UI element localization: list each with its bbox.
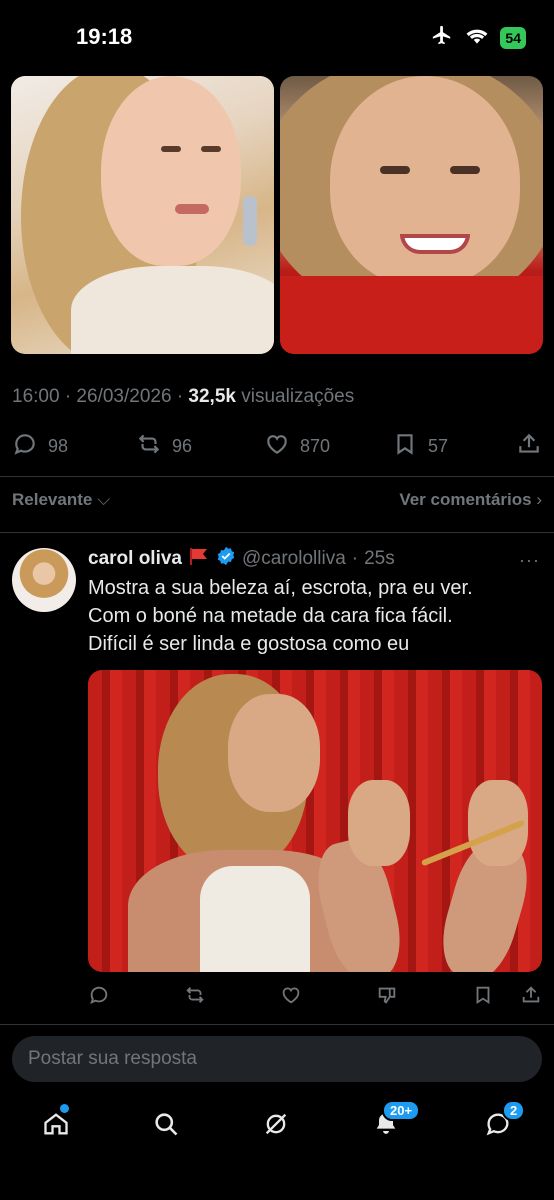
reply-input[interactable] [28, 1048, 542, 1070]
chevron-right-icon: › [536, 490, 542, 509]
reply-stat[interactable]: 98 [12, 431, 68, 462]
nav-notifications[interactable]: 20+ [366, 1100, 421, 1146]
repost-icon[interactable] [184, 984, 206, 1011]
reply-text-line: Mostra a sua beleza aí, escrota, pra eu … [88, 577, 473, 599]
grok-icon [262, 1110, 290, 1143]
heart-icon[interactable] [280, 984, 302, 1011]
post-image-right[interactable] [280, 76, 543, 354]
bookmark-icon [392, 431, 418, 462]
flag-icon [188, 547, 210, 571]
nav-messages[interactable]: 2 [478, 1100, 526, 1146]
views-label: visualizações [235, 386, 355, 407]
like-stat[interactable]: 870 [264, 431, 330, 462]
airplane-icon [430, 24, 454, 51]
battery-indicator: 54 [500, 26, 526, 49]
home-unread-dot [60, 1104, 69, 1113]
bookmark-count: 57 [428, 435, 449, 456]
reply-icon [12, 431, 38, 462]
view-comments-link[interactable]: Ver comentários › [399, 490, 542, 510]
divider [0, 476, 554, 477]
separator-dot: · [351, 548, 359, 569]
reply-composer[interactable] [12, 1036, 542, 1082]
nav-home[interactable] [36, 1104, 76, 1146]
share-icon[interactable] [520, 984, 542, 1011]
reply-text-line: Com o boné na metade da cara fica fácil. [88, 605, 453, 627]
repost-stat[interactable]: 96 [136, 431, 192, 462]
reply-text: Mostra a sua beleza aí, escrota, pra eu … [88, 574, 538, 658]
verified-icon [216, 546, 236, 572]
nav-grok[interactable] [256, 1106, 296, 1146]
repost-count: 96 [172, 435, 193, 456]
post-stats-row: 98 96 870 57 [12, 430, 542, 462]
reply-author-handle[interactable]: @carololliva [242, 548, 346, 570]
post-image-left[interactable] [11, 76, 274, 354]
status-icons: 54 [430, 24, 526, 51]
post-timestamp: 16:00 · 26/03/2026 · [12, 386, 189, 407]
avatar[interactable] [12, 548, 76, 612]
reply-count: 98 [48, 435, 69, 456]
more-options-icon[interactable]: ··· [519, 550, 540, 571]
views-count: 32,5k [188, 386, 236, 407]
share-icon [516, 431, 542, 462]
reply-time: 25s [364, 548, 395, 569]
home-icon [42, 1110, 70, 1143]
chevron-down-icon: ⌵ [97, 490, 110, 509]
reply-icon[interactable] [88, 984, 110, 1011]
search-icon [152, 1110, 180, 1143]
reply-image[interactable] [88, 670, 542, 972]
post-meta: 16:00 · 26/03/2026 · 32,5k visualizações [12, 386, 354, 408]
wifi-icon [464, 25, 490, 50]
reply-text-line: Difícil é ser linda e gostosa como eu [88, 633, 410, 655]
divider [0, 1024, 554, 1025]
reply-author-name[interactable]: carol oliva [88, 548, 182, 570]
view-comments-label: Ver comentários [399, 490, 532, 509]
sort-label: Relevante [12, 490, 93, 509]
bookmark-stat[interactable]: 57 [392, 431, 448, 462]
reply-filter-row: Relevante ⌵ Ver comentários › [12, 490, 542, 510]
sort-dropdown[interactable]: Relevante ⌵ [12, 490, 110, 510]
divider [0, 532, 554, 533]
nav-search[interactable] [146, 1106, 186, 1146]
status-time: 19:18 [76, 24, 133, 49]
notifications-badge: 20+ [382, 1100, 421, 1121]
heart-icon [264, 431, 290, 462]
share-button[interactable] [516, 431, 542, 462]
messages-badge: 2 [502, 1100, 526, 1121]
status-bar: 19:18 54 [0, 0, 554, 74]
repost-icon [136, 431, 162, 462]
like-count: 870 [300, 435, 331, 456]
dislike-icon[interactable] [376, 984, 398, 1011]
post-media-grid [11, 76, 543, 354]
reply-header: carol oliva @carololliva · 25s [88, 546, 395, 572]
bottom-nav: 20+ 2 [0, 1100, 554, 1200]
bookmark-icon[interactable] [472, 984, 494, 1011]
reply-actions [88, 984, 542, 1012]
